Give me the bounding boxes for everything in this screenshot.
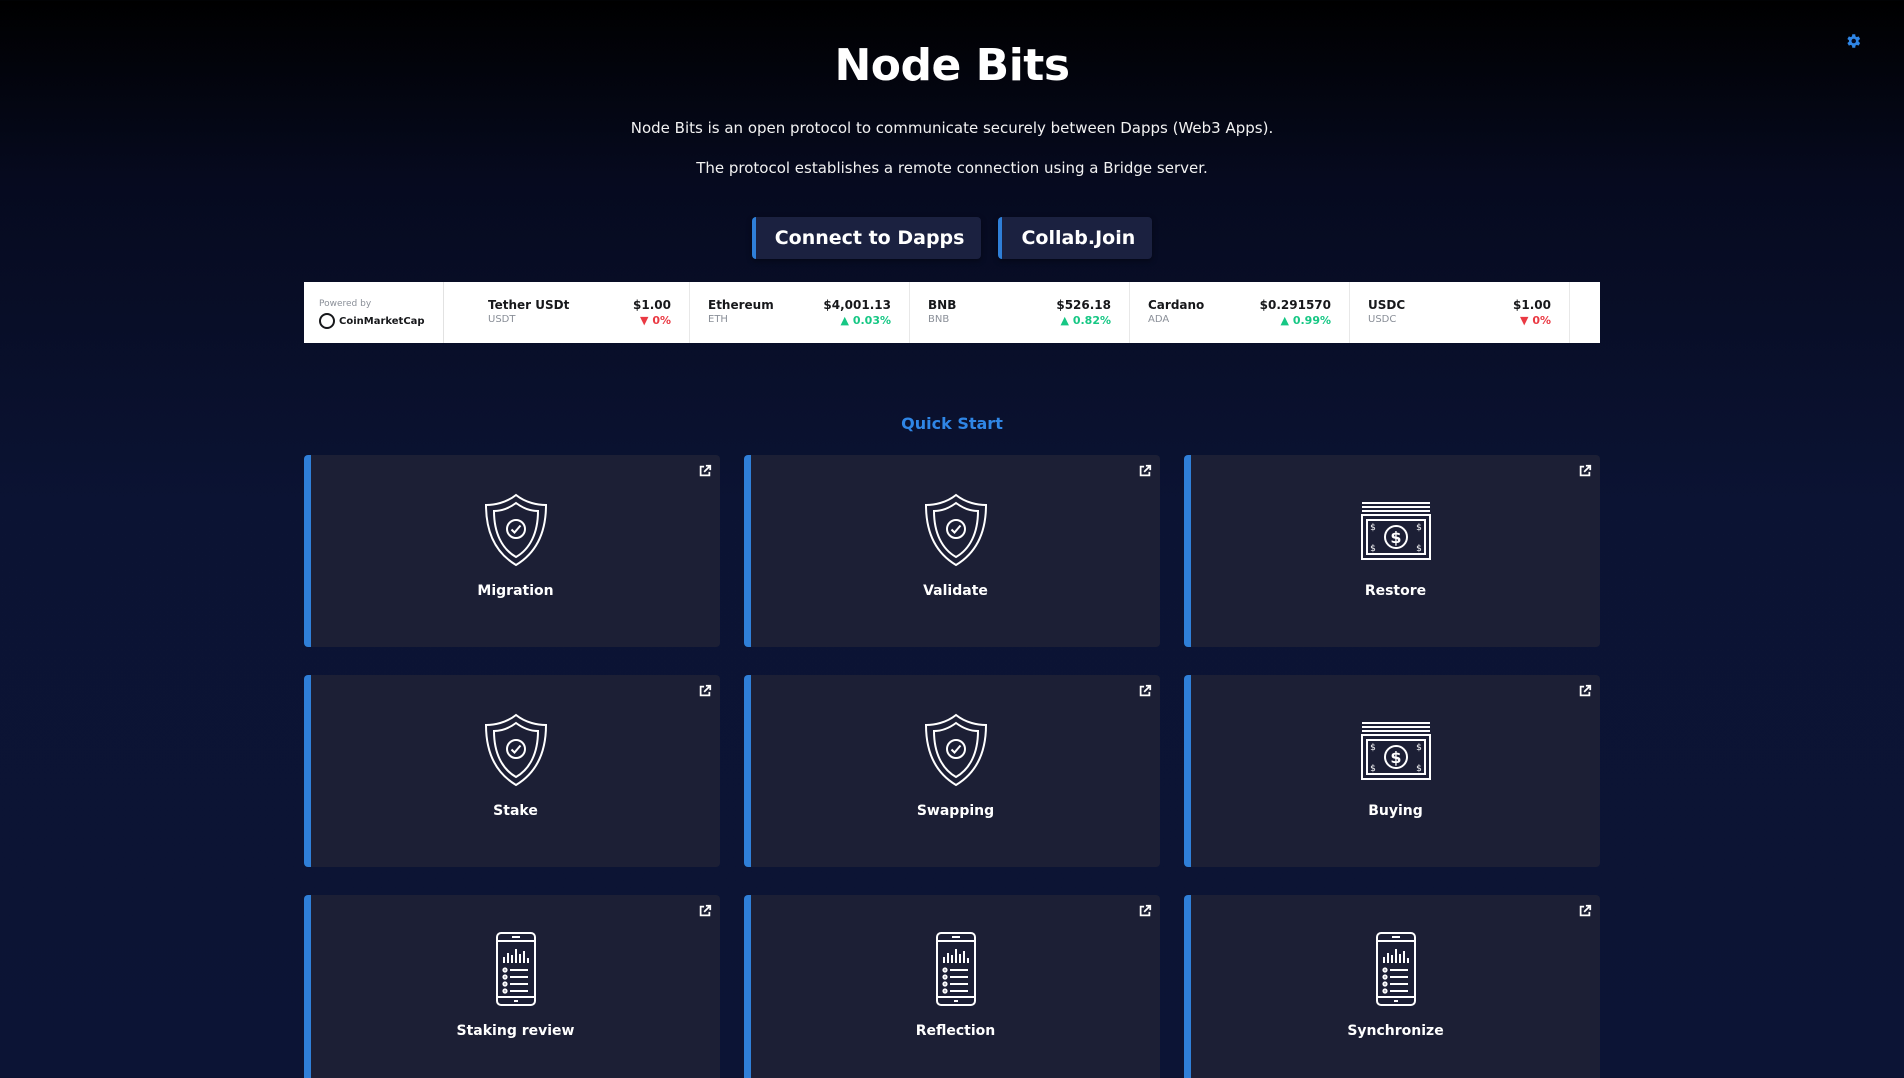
external-link-icon[interactable]: [1138, 463, 1152, 477]
card-label: Stake: [493, 803, 538, 819]
card-migration[interactable]: Migration: [304, 455, 720, 647]
svg-text:$: $: [1370, 764, 1376, 774]
coin-change: ▼ 0%: [633, 314, 671, 327]
external-link-icon[interactable]: [1138, 683, 1152, 697]
coin-symbol: USDT: [488, 314, 516, 325]
coin-change-value: 0.03%: [852, 314, 891, 327]
coin-change: ▼ 0%: [1513, 314, 1551, 327]
coin-name: Cardano: [1148, 298, 1205, 312]
external-link-icon[interactable]: [698, 683, 712, 697]
price-ticker-widget: Powered by CoinMarketCap Tether USDt USDT…: [304, 282, 1600, 343]
coinmarketcap-logo-icon: [319, 313, 335, 329]
external-link-icon[interactable]: [1578, 683, 1592, 697]
shield-check-icon: [476, 709, 556, 789]
svg-text:$: $: [1370, 743, 1376, 753]
coin-item-usdt[interactable]: Tether USDt USDT $1.00 ▼ 0%: [470, 282, 690, 343]
action-buttons: Connect to Dapps Collab.Join: [0, 217, 1904, 259]
coin-price: $4,001.13: [823, 298, 891, 312]
card-label: Validate: [923, 583, 988, 599]
page-subtitle-2: The protocol establishes a remote connec…: [696, 159, 1208, 177]
external-link-icon[interactable]: [698, 463, 712, 477]
coinmarketcap-brand: CoinMarketCap: [339, 315, 425, 327]
mobile-chart-icon: [1356, 929, 1436, 1009]
card-stake[interactable]: Stake: [304, 675, 720, 867]
card-synchronize[interactable]: Synchronize: [1184, 895, 1600, 1078]
coin-change-value: 0.82%: [1072, 314, 1111, 327]
svg-text:$: $: [1416, 544, 1422, 554]
card-label: Buying: [1368, 803, 1423, 819]
coin-item-eth[interactable]: Ethereum ETH $4,001.13 ▲ 0.03%: [690, 282, 910, 343]
coin-change-value: 0%: [1532, 314, 1551, 327]
coin-change: ▲ 0.99%: [1260, 314, 1331, 327]
external-link-icon[interactable]: [1138, 903, 1152, 917]
shield-check-icon: [916, 489, 996, 569]
coin-symbol: ADA: [1148, 314, 1170, 325]
card-label: Swapping: [916, 803, 995, 819]
external-link-icon[interactable]: [1578, 463, 1592, 477]
mobile-chart-icon: [916, 929, 996, 1009]
quick-start-heading: Quick Start: [901, 414, 1003, 433]
coin-item-usdc[interactable]: USDC USDC $1.00 ▼ 0%: [1350, 282, 1570, 343]
card-label: Reflection: [915, 1023, 996, 1039]
coin-item-bnb[interactable]: BNB BNB $526.18 ▲ 0.82%: [910, 282, 1130, 343]
coin-name: Ethereum: [708, 298, 774, 312]
card-label: Staking review: [456, 1023, 575, 1039]
coin-change-value: 0%: [652, 314, 671, 327]
coin-price: $1.00: [1513, 298, 1551, 312]
shield-check-icon: [916, 709, 996, 789]
card-reflection[interactable]: Reflection: [744, 895, 1160, 1078]
change-arrow-icon: ▼: [1520, 314, 1533, 327]
card-staking-review[interactable]: Staking review: [304, 895, 720, 1078]
mobile-chart-icon: [476, 929, 556, 1009]
connect-to-dapps-button[interactable]: Connect to Dapps: [751, 217, 982, 259]
card-swapping[interactable]: Swapping: [744, 675, 1160, 867]
coin-list: Tether USDt USDT $1.00 ▼ 0% Ethereum ETH $4,00…: [444, 282, 1570, 343]
coin-change: ▲ 0.82%: [1056, 314, 1111, 327]
coin-name: USDC: [1368, 298, 1406, 312]
card-label: Restore: [1364, 583, 1427, 599]
change-arrow-icon: ▼: [640, 314, 653, 327]
quick-start-grid: Migration Validate $ $ $ $ $ Restore Stake Swappi…: [304, 455, 1600, 1078]
card-buying[interactable]: $ $ $ $ $ Buying: [1184, 675, 1600, 867]
svg-text:$: $: [1390, 528, 1401, 547]
svg-text:$: $: [1390, 748, 1401, 767]
shield-check-icon: [476, 489, 556, 569]
card-restore[interactable]: $ $ $ $ $ Restore: [1184, 455, 1600, 647]
svg-text:$: $: [1370, 544, 1376, 554]
page-title: Node Bits: [834, 40, 1070, 91]
change-arrow-icon: ▲: [1280, 314, 1293, 327]
coin-symbol: ETH: [708, 314, 728, 325]
coin-name: Tether USDt: [488, 298, 570, 312]
svg-text:$: $: [1370, 523, 1376, 533]
change-arrow-icon: ▲: [1060, 314, 1073, 327]
change-arrow-icon: ▲: [840, 314, 853, 327]
coin-price: $1.00: [633, 298, 671, 312]
svg-text:$: $: [1416, 764, 1422, 774]
card-label: Migration: [477, 583, 554, 599]
collab-join-button[interactable]: Collab.Join: [998, 217, 1153, 259]
powered-by[interactable]: Powered by CoinMarketCap: [304, 282, 444, 343]
coin-price: $526.18: [1056, 298, 1111, 312]
svg-text:$: $: [1416, 743, 1422, 753]
coin-symbol: BNB: [928, 314, 950, 325]
dollar-bill-icon: $ $ $ $ $: [1356, 489, 1436, 569]
coin-name: BNB: [928, 298, 957, 312]
svg-text:$: $: [1416, 523, 1422, 533]
coin-change-value: 0.99%: [1292, 314, 1331, 327]
external-link-icon[interactable]: [698, 903, 712, 917]
card-validate[interactable]: Validate: [744, 455, 1160, 647]
card-label: Synchronize: [1347, 1023, 1444, 1039]
coin-item-ada[interactable]: Cardano ADA $0.291570 ▲ 0.99%: [1130, 282, 1350, 343]
external-link-icon[interactable]: [1578, 903, 1592, 917]
coin-price: $0.291570: [1259, 298, 1331, 312]
coin-symbol: USDC: [1368, 314, 1397, 325]
coin-change: ▲ 0.03%: [823, 314, 891, 327]
dollar-bill-icon: $ $ $ $ $: [1356, 709, 1436, 789]
powered-by-label: Powered by: [319, 299, 372, 309]
page-subtitle-1: Node Bits is an open protocol to communi…: [630, 119, 1274, 137]
